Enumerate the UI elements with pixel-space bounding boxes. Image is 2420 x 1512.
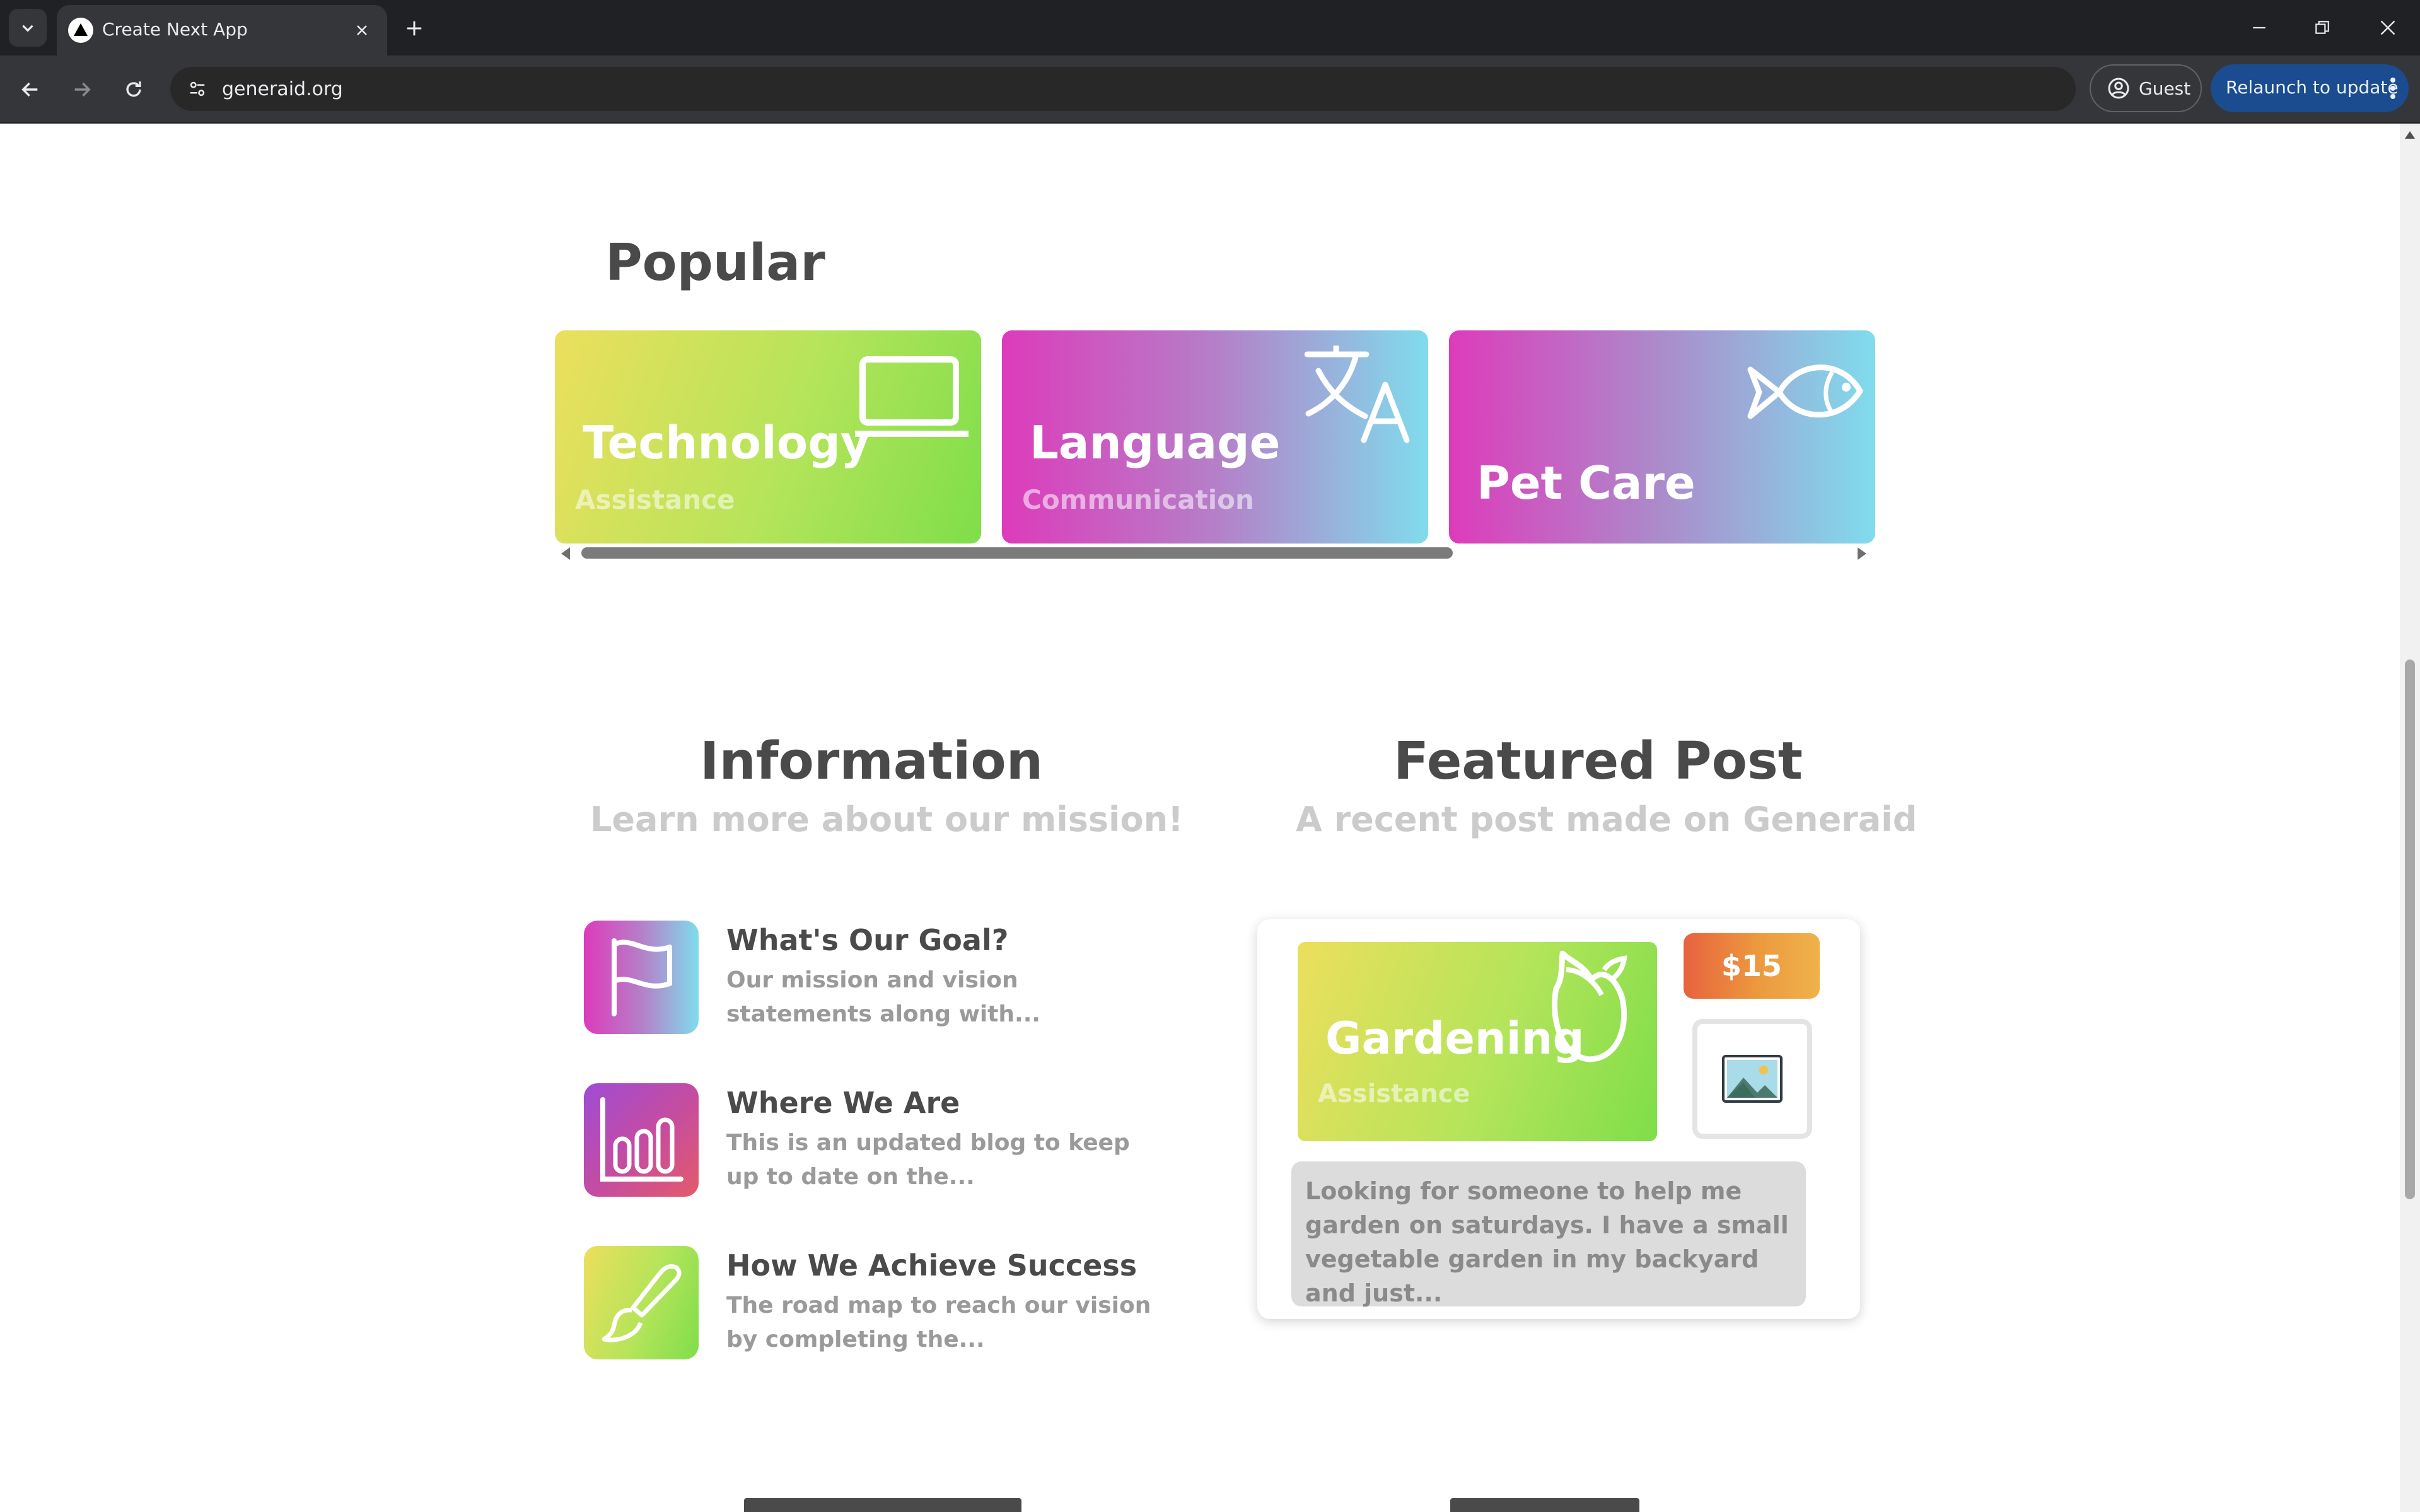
guest-label: Guest <box>2139 78 2191 99</box>
relaunch-update-button[interactable]: Relaunch to update <box>2211 64 2409 112</box>
forward-arrow-icon[interactable] <box>64 72 100 107</box>
image-placeholder-icon <box>1722 1055 1783 1103</box>
post-category-subtitle: Assistance <box>1318 1079 1470 1108</box>
laptop-icon <box>855 356 969 437</box>
featured-subtitle: A recent post made on Generaid <box>1296 800 1917 839</box>
info-item-success[interactable]: How We Achieve Success The road map to r… <box>584 1246 1189 1361</box>
address-bar[interactable]: generaid.org <box>170 67 2076 111</box>
new-tab-icon[interactable] <box>398 13 430 44</box>
minimize-icon[interactable] <box>2240 9 2279 47</box>
tab-title: Create Next App <box>102 19 248 40</box>
tab-strip: Create Next App <box>0 0 2420 55</box>
guest-profile-button[interactable]: Guest <box>2090 64 2202 112</box>
category-card-technology[interactable]: Technology Assistance <box>555 330 981 544</box>
category-name: Language <box>1030 416 1281 469</box>
close-window-icon[interactable] <box>2368 9 2407 47</box>
info-heading: How We Achieve Success <box>726 1248 1137 1282</box>
next-section-heading-peek <box>744 1498 1021 1512</box>
bar-chart-icon <box>600 1097 684 1182</box>
profile-icon <box>2108 78 2129 99</box>
category-card-language[interactable]: Language Communication <box>1002 330 1428 544</box>
next-section-heading-peek <box>1450 1498 1639 1512</box>
relaunch-label: Relaunch to update <box>2226 77 2399 98</box>
brush-tile <box>584 1246 699 1359</box>
info-item-where[interactable]: Where We Are This is an updated blog to … <box>584 1083 1189 1198</box>
info-item-goal[interactable]: What's Our Goal? Our mission and vision … <box>584 921 1189 1035</box>
scroll-up-arrow-icon[interactable] <box>2405 131 2415 139</box>
scroll-left-arrow-icon[interactable] <box>561 547 570 560</box>
more-menu-icon[interactable] <box>2383 74 2402 102</box>
translate-icon <box>1305 346 1410 443</box>
post-image[interactable] <box>1692 1019 1812 1139</box>
info-heading: Where We Are <box>726 1086 960 1120</box>
brush-icon <box>602 1264 682 1342</box>
popular-scrollbar-thumb[interactable] <box>581 547 1453 559</box>
active-tab[interactable]: Create Next App <box>57 5 387 55</box>
tab-search-button[interactable] <box>9 9 47 47</box>
price-badge: $15 <box>1684 933 1820 999</box>
information-subtitle: Learn more about our mission! <box>590 800 1184 839</box>
post-description: Looking for someone to help me garden on… <box>1291 1161 1806 1307</box>
scroll-right-arrow-icon[interactable] <box>1858 547 1866 560</box>
category-name: Technology <box>583 416 870 469</box>
restore-icon[interactable] <box>2303 9 2342 47</box>
info-heading: What's Our Goal? <box>726 923 1009 957</box>
category-subtitle: Communication <box>1022 484 1254 515</box>
category-subtitle: Assistance <box>575 484 735 515</box>
flag-icon <box>612 938 672 1016</box>
featured-title: Featured Post <box>1393 731 1803 791</box>
browser-toolbar: generaid.org Guest Relaunch to update <box>0 55 2420 124</box>
page-scrollbar-thumb[interactable] <box>2405 660 2415 1199</box>
info-description: Our mission and vision statements along … <box>726 967 1041 1027</box>
close-tab-icon[interactable] <box>348 16 376 44</box>
chart-tile <box>584 1083 699 1197</box>
post-category-banner: Gardening Assistance <box>1298 942 1657 1141</box>
featured-post-card[interactable]: Gardening Assistance $15 Looking for som… <box>1257 919 1860 1319</box>
flag-tile <box>584 921 699 1034</box>
site-info-icon[interactable] <box>183 74 212 103</box>
reload-icon[interactable] <box>116 72 151 107</box>
post-category-name: Gardening <box>1325 1013 1585 1064</box>
popular-horizontal-scrollbar[interactable] <box>555 545 1873 564</box>
url-text: generaid.org <box>222 78 343 100</box>
category-name: Pet Care <box>1477 457 1696 509</box>
back-arrow-icon[interactable] <box>13 72 48 107</box>
category-card-pet-care[interactable]: Pet Care <box>1449 330 1875 544</box>
chevron-down-icon <box>22 25 33 32</box>
info-description: The road map to reach our vision by comp… <box>726 1293 1151 1352</box>
page-scrollbar[interactable] <box>2400 124 2420 1512</box>
fish-icon <box>1747 364 1863 419</box>
popular-title: Popular <box>605 233 825 292</box>
info-description: This is an updated blog to keep up to da… <box>726 1130 1130 1190</box>
nextjs-favicon-icon <box>68 18 93 43</box>
information-title: Information <box>700 731 1044 791</box>
